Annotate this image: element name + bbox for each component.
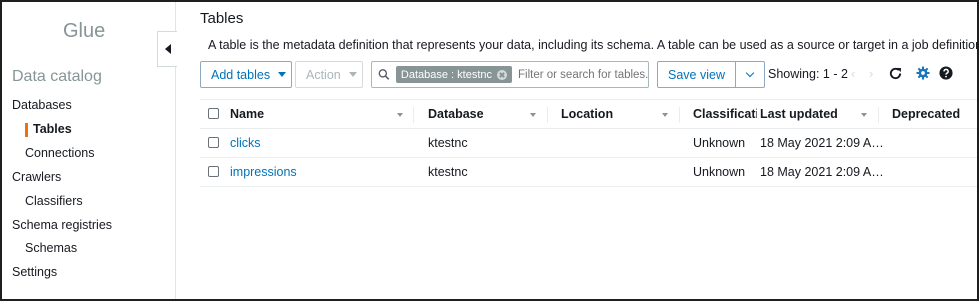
sidebar-item-connections[interactable]: Connections: [25, 146, 95, 160]
table-name-link[interactable]: impressions: [230, 165, 297, 179]
sidebar-item-tables[interactable]: Tables: [33, 122, 72, 136]
column-divider: [679, 107, 680, 123]
column-header-classification[interactable]: Classificati: [693, 107, 757, 121]
active-indicator: [25, 123, 28, 137]
sidebar: Glue Data catalog Databases Tables Conne…: [2, 2, 176, 299]
column-divider: [878, 107, 879, 123]
filter-chip-database[interactable]: Database : ktestnc: [395, 66, 512, 83]
chevron-down-icon: [745, 68, 755, 78]
sidebar-item-schemas[interactable]: Schemas: [25, 241, 77, 255]
sidebar-item-classifiers[interactable]: Classifiers: [25, 194, 83, 208]
table-row[interactable]: clicks ktestnc Unknown 18 May 2021 2:09 …: [200, 129, 977, 158]
column-header-deprecated[interactable]: Deprecated: [892, 107, 960, 121]
previous-page-icon[interactable]: ‹: [851, 66, 855, 81]
column-header-database[interactable]: Database: [428, 107, 484, 121]
column-header-location[interactable]: Location: [561, 107, 613, 121]
page-description: A table is the metadata definition that …: [208, 38, 979, 52]
action-label: Action: [306, 67, 341, 82]
brand-title: Glue: [63, 20, 106, 42]
search-icon: [378, 69, 390, 80]
refresh-icon[interactable]: [887, 64, 903, 82]
help-icon[interactable]: [938, 64, 954, 82]
column-divider: [413, 107, 414, 123]
page-title: Tables: [200, 10, 244, 27]
cell-last-updated: 18 May 2021 2:09 A…: [760, 136, 884, 150]
pagination-status: Showing: 1 - 2: [768, 67, 848, 81]
search-input[interactable]: [518, 68, 648, 81]
column-header-last-updated[interactable]: Last updated: [760, 107, 838, 121]
sort-caret-icon[interactable]: [397, 113, 403, 117]
search-filter[interactable]: Database : ktestnc: [371, 61, 649, 88]
section-title-data-catalog: Data catalog: [12, 68, 102, 85]
filter-chip-label: Database : ktestnc: [400, 68, 492, 81]
row-checkbox[interactable]: [208, 166, 219, 177]
save-view-dropdown-button[interactable]: [735, 61, 765, 88]
sidebar-item-databases[interactable]: Databases: [12, 98, 72, 112]
add-tables-label: Add tables: [211, 67, 271, 82]
main-content: Tables A table is the metadata definitio…: [176, 2, 979, 299]
cell-classification: Unknown: [693, 136, 746, 150]
next-page-icon[interactable]: ›: [869, 66, 873, 81]
add-tables-button[interactable]: Add tables: [200, 61, 292, 88]
action-button[interactable]: Action: [295, 61, 363, 88]
cell-classification: Unknown: [693, 165, 746, 179]
gear-icon[interactable]: [915, 64, 931, 82]
save-view-control: Save view: [657, 61, 765, 88]
collapse-sidebar-button[interactable]: [157, 31, 177, 67]
sort-caret-icon[interactable]: [662, 113, 668, 117]
caret-left-icon: [164, 44, 171, 54]
save-view-button[interactable]: Save view: [657, 61, 736, 88]
table-name-link[interactable]: clicks: [230, 136, 261, 150]
cell-last-updated: 18 May 2021 2:09 A…: [760, 165, 884, 179]
select-all-checkbox[interactable]: [208, 108, 219, 119]
table-row[interactable]: impressions ktestnc Unknown 18 May 2021 …: [200, 158, 977, 187]
chevron-down-icon: [348, 72, 357, 77]
remove-filter-icon[interactable]: [497, 69, 507, 80]
sort-caret-icon[interactable]: [530, 113, 536, 117]
app-frame: Glue Data catalog Databases Tables Conne…: [0, 0, 979, 301]
cell-database: ktestnc: [428, 165, 468, 179]
sidebar-item-settings[interactable]: Settings: [12, 265, 57, 279]
sidebar-item-crawlers[interactable]: Crawlers: [12, 170, 61, 184]
row-checkbox[interactable]: [208, 137, 219, 148]
table-header: Name Database Location Classificati Last…: [200, 99, 977, 129]
column-header-name[interactable]: Name: [230, 107, 264, 121]
sidebar-item-schema-registries[interactable]: Schema registries: [12, 218, 112, 232]
sort-caret-icon[interactable]: [861, 113, 867, 117]
column-divider: [547, 107, 548, 123]
chevron-down-icon: [278, 72, 287, 77]
cell-database: ktestnc: [428, 136, 468, 150]
